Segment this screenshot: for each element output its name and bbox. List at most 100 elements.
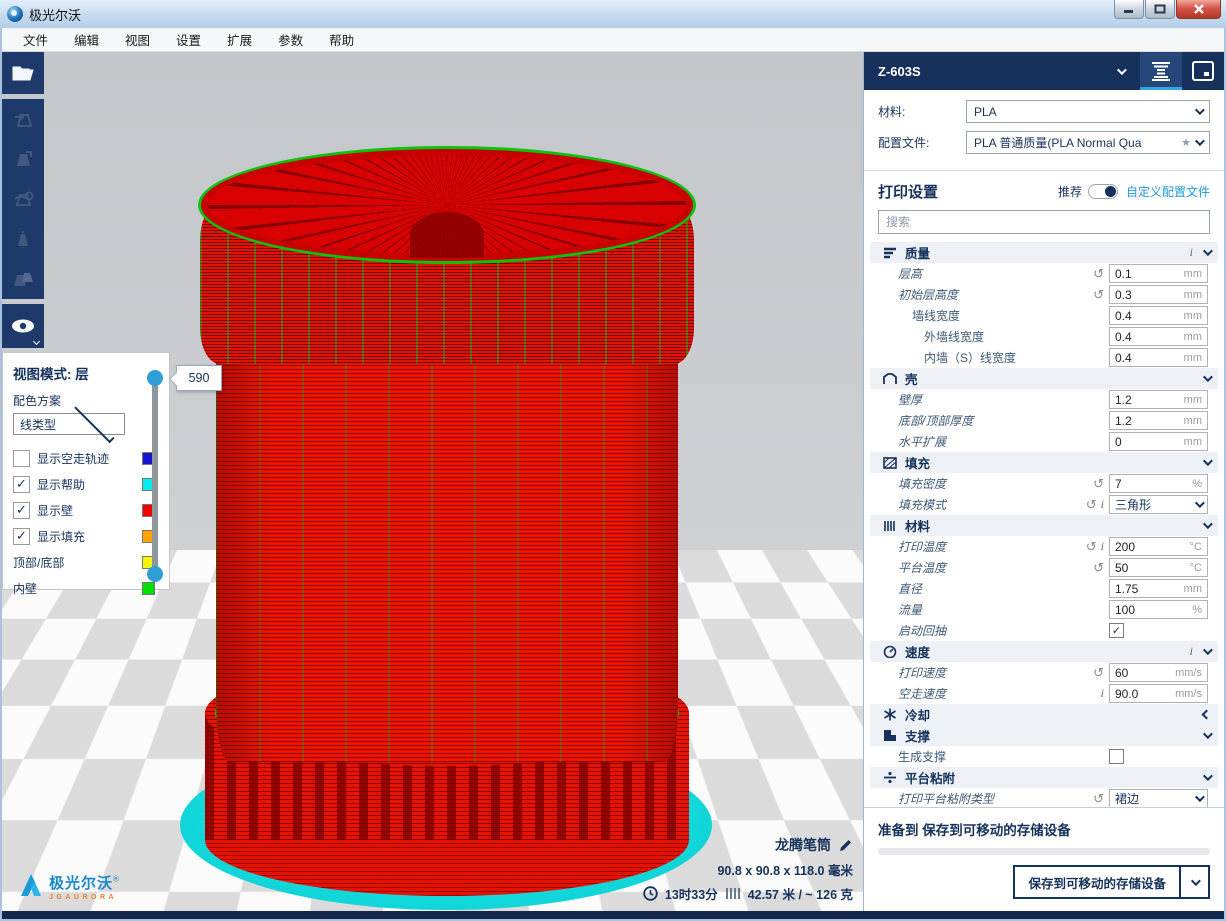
setting-row-top-bottom-thickness[interactable]: 底部/顶部厚度 1.2 mm xyxy=(864,410,1224,431)
minimize-button[interactable] xyxy=(1114,0,1144,19)
legend-row-helpers: ✓ 显示帮助 xyxy=(13,471,161,497)
scale-tool-button[interactable] xyxy=(2,139,44,179)
initial-layer-height-input[interactable]: 0.3 mm xyxy=(1109,285,1208,304)
close-button[interactable] xyxy=(1176,0,1221,19)
setting-row-build-plate-temperature[interactable]: 平台温度 ↺ 50 °C xyxy=(864,557,1224,578)
recommended-custom-toggle[interactable] xyxy=(1088,184,1118,199)
setting-row-initial-layer-height[interactable]: 初始层高度 ↺ 0.3 mm xyxy=(864,284,1224,305)
revert-icon[interactable]: ↺ xyxy=(1093,666,1104,679)
print-speed-input[interactable]: 60 mm/s xyxy=(1109,663,1208,682)
menu-file[interactable]: 文件 xyxy=(10,27,61,52)
model-rim-inner-arch xyxy=(410,212,484,258)
layer-range-slider[interactable] xyxy=(149,370,161,582)
per-model-settings-button[interactable] xyxy=(2,259,44,299)
setting-row-layer-height[interactable]: 层高 ↺ 0.1 mm xyxy=(864,263,1224,284)
chevron-down-icon xyxy=(33,338,40,345)
section-quality[interactable]: 质量 i xyxy=(870,242,1218,263)
enable-retraction-checkbox[interactable]: ✓ xyxy=(1109,623,1124,638)
diameter-input[interactable]: 1.75 mm xyxy=(1109,579,1208,598)
top-bottom-thickness-input[interactable]: 1.2 mm xyxy=(1109,411,1208,430)
layer-slider-top-handle[interactable] xyxy=(147,370,163,386)
star-icon: ★ xyxy=(1181,136,1191,149)
setting-row-wall-line-width[interactable]: 墙线宽度 0.4 mm xyxy=(864,305,1224,326)
section-infill[interactable]: 填充 xyxy=(870,452,1218,473)
horizontal-expansion-input[interactable]: 0 mm xyxy=(1109,432,1208,451)
travels-checkbox[interactable] xyxy=(13,450,30,467)
revert-icon[interactable]: ↺ xyxy=(1093,561,1104,574)
outer-wall-line-width-input[interactable]: 0.4 mm xyxy=(1109,327,1208,346)
save-options-dropdown[interactable] xyxy=(1180,865,1210,899)
menu-help[interactable]: 帮助 xyxy=(316,27,367,52)
setting-row-infill-pattern[interactable]: 填充模式 ↺ i 三角形 xyxy=(864,494,1224,515)
save-to-removable-button[interactable]: 保存到可移动的存储设备 xyxy=(1013,865,1181,899)
layer-slider-track[interactable] xyxy=(152,378,158,574)
setting-row-enable-retraction[interactable]: 启动回抽 ✓ xyxy=(864,620,1224,641)
chevron-down-icon xyxy=(1195,792,1205,802)
infill-density-input[interactable]: 7 % xyxy=(1109,474,1208,493)
revert-icon[interactable]: ↺ xyxy=(1093,477,1104,490)
shell-checkbox[interactable]: ✓ xyxy=(13,502,30,519)
infill-pattern-select[interactable]: 三角形 xyxy=(1109,495,1208,514)
rotate-tool-button[interactable] xyxy=(2,179,44,219)
layer-height-input[interactable]: 0.1 mm xyxy=(1109,264,1208,283)
wall-line-width-input[interactable]: 0.4 mm xyxy=(1109,306,1208,325)
setting-row-horizontal-expansion[interactable]: 水平扩展 0 mm xyxy=(864,431,1224,452)
printing-temperature-input[interactable]: 200 °C xyxy=(1109,537,1208,556)
setting-row-diameter[interactable]: 直径 1.75 mm xyxy=(864,578,1224,599)
maximize-button[interactable] xyxy=(1145,0,1175,19)
setting-row-infill-density[interactable]: 填充密度 ↺ 7 % xyxy=(864,473,1224,494)
viewport-3d[interactable]: 视图模式: 层 配色方案 线类型 显示空走轨迹 ✓ 显示帮助 ✓ xyxy=(2,52,863,911)
travel-speed-input[interactable]: 90.0 mm/s xyxy=(1109,684,1208,703)
settings-search-input[interactable] xyxy=(878,210,1210,234)
menu-extensions[interactable]: 扩展 xyxy=(214,27,265,52)
profile-select[interactable]: PLA 普通质量(PLA Normal Qua ★ xyxy=(966,131,1210,154)
menu-view[interactable]: 视图 xyxy=(112,27,163,52)
menu-parameters[interactable]: 参数 xyxy=(265,27,316,52)
revert-icon[interactable]: ↺ xyxy=(1086,540,1097,553)
revert-icon[interactable]: ↺ xyxy=(1093,792,1104,805)
setting-row-generate-support[interactable]: 生成支撑 xyxy=(864,746,1224,767)
revert-icon[interactable]: ↺ xyxy=(1093,288,1104,301)
material-select[interactable]: PLA xyxy=(966,100,1210,123)
tab-monitor[interactable] xyxy=(1182,52,1224,90)
helpers-checkbox[interactable]: ✓ xyxy=(13,476,30,493)
rename-pencil-icon[interactable] xyxy=(838,838,853,853)
setting-row-wall-thickness[interactable]: 壁厚 1.2 mm xyxy=(864,389,1224,410)
tab-prepare-preview[interactable] xyxy=(1140,52,1182,90)
section-cooling[interactable]: 冷却 xyxy=(870,704,1218,725)
setting-row-inner-wall-line-width[interactable]: 内墙（S）线宽度 0.4 mm xyxy=(864,347,1224,368)
setting-row-outer-wall-line-width[interactable]: 外墙线宽度 0.4 mm xyxy=(864,326,1224,347)
scale-tool-icon xyxy=(11,147,35,171)
revert-icon[interactable]: ↺ xyxy=(1093,267,1104,280)
infill-checkbox[interactable]: ✓ xyxy=(13,528,30,545)
setting-row-printing-temperature[interactable]: 打印温度 ↺ i 200 °C xyxy=(864,536,1224,557)
section-material[interactable]: 材料 xyxy=(870,515,1218,536)
wall-thickness-input[interactable]: 1.2 mm xyxy=(1109,390,1208,409)
view-mode-button[interactable] xyxy=(2,304,44,348)
setting-row-travel-speed[interactable]: 空走速度 i 90.0 mm/s xyxy=(864,683,1224,704)
adhesion-type-select[interactable]: 裙边 xyxy=(1109,789,1208,807)
section-speed[interactable]: 速度 i xyxy=(870,641,1218,662)
mirror-tool-button[interactable] xyxy=(2,219,44,259)
section-shell[interactable]: 壳 xyxy=(870,368,1218,389)
menu-settings[interactable]: 设置 xyxy=(163,27,214,52)
inner-wall-line-width-input[interactable]: 0.4 mm xyxy=(1109,348,1208,367)
move-tool-button[interactable] xyxy=(2,99,44,139)
menu-edit[interactable]: 编辑 xyxy=(61,27,112,52)
setting-row-print-speed[interactable]: 打印速度 ↺ 60 mm/s xyxy=(864,662,1224,683)
section-build-plate-adhesion[interactable]: 平台粘附 xyxy=(870,767,1218,788)
revert-icon[interactable]: ↺ xyxy=(1086,498,1097,511)
setting-row-adhesion-type[interactable]: 打印平台粘附类型 ↺ 裙边 xyxy=(864,788,1224,807)
custom-profile-link[interactable]: 自定义配置文件 xyxy=(1126,183,1210,200)
legend-row-top-bottom: 顶部/底部 xyxy=(13,549,161,575)
open-file-button[interactable] xyxy=(2,52,44,94)
color-scheme-select[interactable]: 线类型 xyxy=(13,413,125,435)
printer-selector[interactable]: Z-603S xyxy=(864,52,1140,90)
flow-input[interactable]: 100 % xyxy=(1109,600,1208,619)
speed-gauge-icon xyxy=(882,645,898,658)
build-plate-temperature-input[interactable]: 50 °C xyxy=(1109,558,1208,577)
generate-support-checkbox[interactable] xyxy=(1109,749,1124,764)
section-support[interactable]: 支撑 xyxy=(870,725,1218,746)
layer-slider-bottom-handle[interactable] xyxy=(147,566,163,582)
setting-row-flow[interactable]: 流量 100 % xyxy=(864,599,1224,620)
